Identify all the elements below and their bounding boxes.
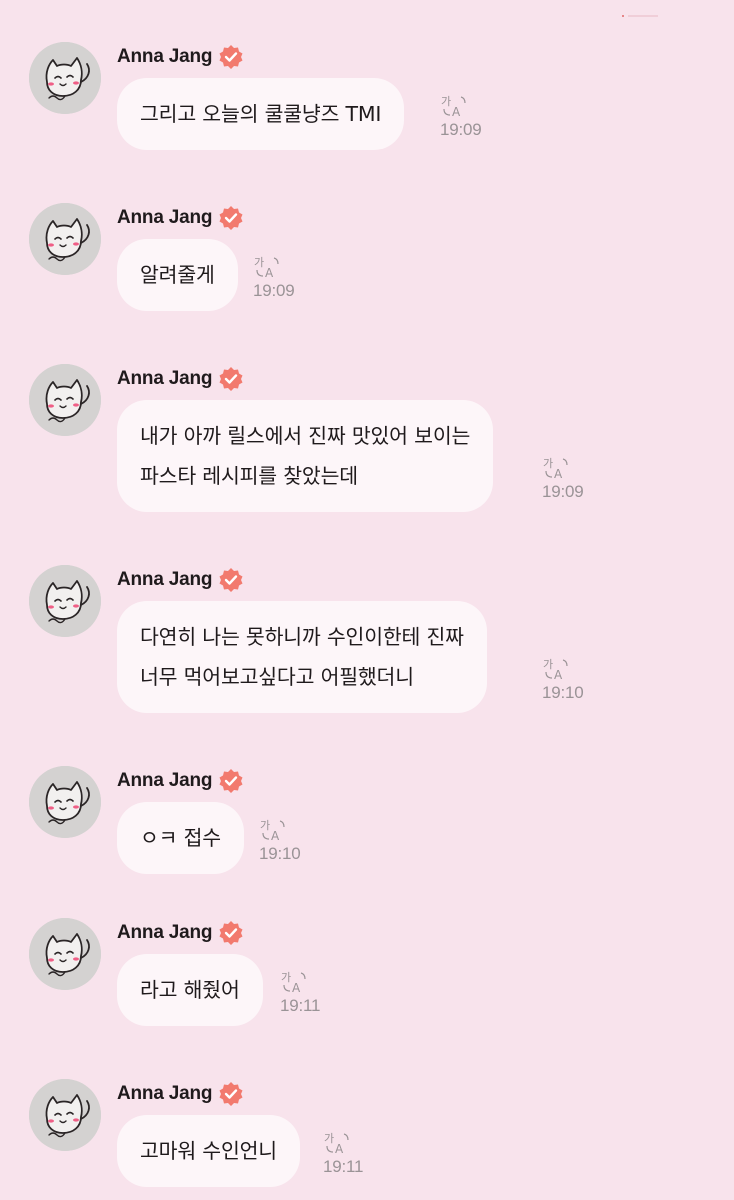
message-time: 19:11 [280,996,321,1015]
sender-avatar[interactable] [29,766,101,838]
message-text-line: 너무 먹어보고싶다고 어필했더니 [140,665,414,689]
message-text: ㅇㅋ 접수 [140,826,221,850]
message-time: 19:10 [542,683,584,702]
cat-doodle-avatar-icon [29,766,101,838]
verified-badge-icon [217,1080,245,1108]
message-time: 19:09 [440,120,482,139]
message-meta: 19:09 [542,456,602,502]
top-status-mark [622,15,658,17]
message-meta: 19:09 [253,255,313,301]
translate-icon[interactable] [254,255,280,279]
verified-badge-icon [217,43,245,71]
sender-name[interactable]: Anna Jang [117,207,213,229]
sender-name-row: Anna Jang [117,918,245,948]
translate-icon[interactable] [281,970,307,994]
sender-avatar[interactable] [29,1079,101,1151]
sender-name[interactable]: Anna Jang [117,46,213,68]
cat-doodle-avatar-icon [29,364,101,436]
sender-name-row: Anna Jang [117,42,245,72]
verified-badge-icon [217,566,245,594]
verified-badge-icon [217,919,245,947]
sender-name[interactable]: Anna Jang [117,569,213,591]
translate-icon[interactable] [543,456,569,480]
cat-doodle-avatar-icon [29,42,101,114]
translate-icon[interactable] [324,1131,350,1155]
cat-doodle-avatar-icon [29,203,101,275]
message-text: 고마워 수인언니 [140,1139,277,1163]
cat-doodle-avatar-icon [29,918,101,990]
message-text: 알려줄게 [140,263,215,287]
translate-icon[interactable] [543,657,569,681]
sender-avatar[interactable] [29,918,101,990]
sender-name-row: Anna Jang [117,364,245,394]
sender-name[interactable]: Anna Jang [117,922,213,944]
sender-name-row: Anna Jang [117,203,245,233]
verified-badge-icon [217,365,245,393]
message-bubble[interactable]: 내가 아까 릴스에서 진짜 맛있어 보이는 파스타 레시피를 찾았는데 [117,400,494,512]
message-meta: 19:10 [259,818,319,864]
message-time: 19:09 [542,482,584,501]
cat-doodle-avatar-icon [29,565,101,637]
message-bubble[interactable]: 그리고 오늘의 쿨쿨냥즈 TMI [117,78,405,150]
sender-name[interactable]: Anna Jang [117,1083,213,1105]
message-text: 라고 해줬어 [140,978,240,1002]
translate-icon[interactable] [441,94,467,118]
message-bubble[interactable]: 알려줄게 [117,239,238,311]
message-text: 그리고 오늘의 쿨쿨냥즈 TMI [140,102,382,126]
message-bubble[interactable]: ㅇㅋ 접수 [117,802,244,874]
message-text-line: 파스타 레시피를 찾았는데 [140,464,358,488]
sender-name-row: Anna Jang [117,766,245,796]
sender-name[interactable]: Anna Jang [117,368,213,390]
sender-name-row: Anna Jang [117,1079,245,1109]
message-meta: 19:11 [323,1131,383,1177]
message-text-line: 내가 아까 릴스에서 진짜 맛있어 보이는 [140,424,471,448]
message-meta: 19:11 [280,970,340,1016]
message-time: 19:11 [323,1157,364,1176]
sender-name-row: Anna Jang [117,565,245,595]
cat-doodle-avatar-icon [29,1079,101,1151]
verified-badge-icon [217,204,245,232]
translate-icon[interactable] [260,818,286,842]
message-meta: 19:10 [542,657,602,703]
message-bubble[interactable]: 고마워 수인언니 [117,1115,300,1187]
sender-avatar[interactable] [29,565,101,637]
message-time: 19:09 [253,281,295,300]
sender-avatar[interactable] [29,203,101,275]
message-bubble[interactable]: 라고 해줬어 [117,954,263,1026]
message-time: 19:10 [259,844,301,863]
sender-avatar[interactable] [29,42,101,114]
message-meta: 19:09 [440,94,500,140]
message-text-line: 다연히 나는 못하니까 수인이한테 진짜 [140,625,464,649]
sender-avatar[interactable] [29,364,101,436]
sender-name[interactable]: Anna Jang [117,770,213,792]
message-bubble[interactable]: 다연히 나는 못하니까 수인이한테 진짜 너무 먹어보고싶다고 어필했더니 [117,601,487,713]
verified-badge-icon [217,767,245,795]
